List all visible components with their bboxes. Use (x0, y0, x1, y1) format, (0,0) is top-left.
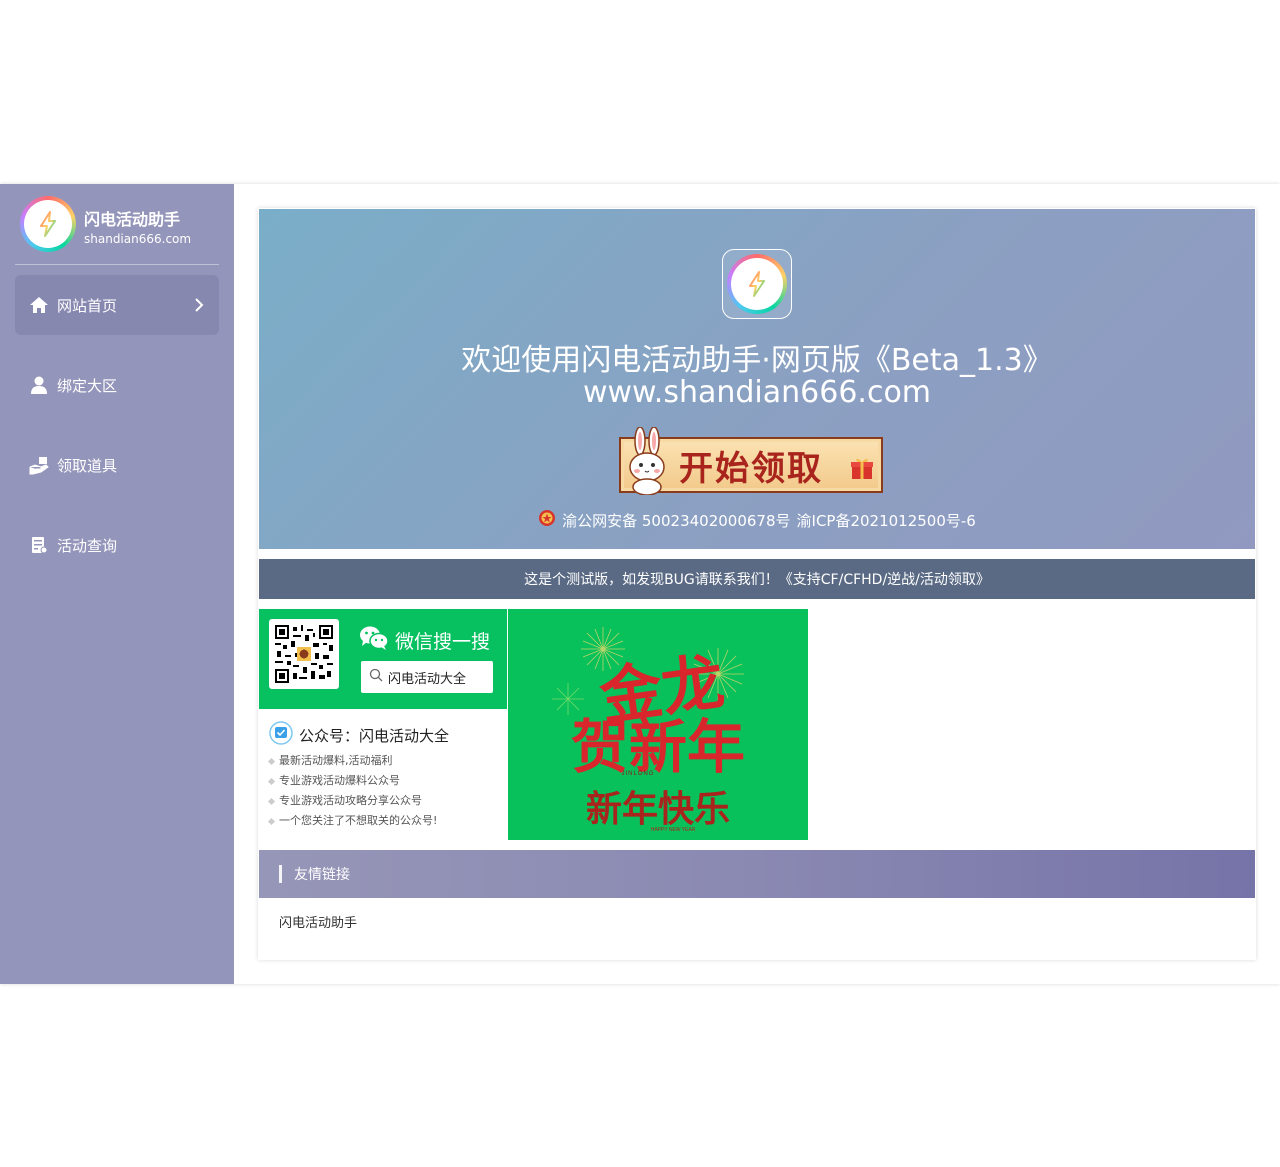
wechat-search-title-text: 微信搜一搜 (395, 631, 491, 653)
user-icon (29, 375, 49, 395)
wechat-search-title: 微信搜一搜 (359, 625, 490, 656)
brand[interactable]: 闪电活动助手 shandian666.com (20, 196, 220, 256)
wechat-search-value: 闪电活动大全 (388, 671, 467, 687)
list-item: 一个您关注了不想取关的公众号! (269, 811, 437, 831)
police-record-link[interactable]: 渝公网安备 50023402000678号 (562, 510, 790, 531)
sidebar-item-label: 领取道具 (57, 456, 118, 475)
wechat-account-label: 公众号：闪电活动大全 (299, 726, 450, 745)
list-item: 专业游戏活动爆料公众号 (269, 771, 437, 791)
hero-title: 欢迎使用闪电活动助手·网页版《Beta_1.3》 (461, 343, 1053, 378)
app-logo-icon (722, 249, 792, 319)
banner-pinyin: JINLONG (621, 771, 654, 777)
brand-name: 闪电活动助手 (84, 210, 181, 229)
sidebar: 闪电活动助手 shandian666.com 网站首页 绑定大区 领取道具 活动… (0, 184, 234, 984)
sidebar-item-label: 绑定大区 (57, 376, 118, 395)
sidebar-divider (15, 264, 219, 265)
notice-bar: 这是个测试版，如发现BUG请联系我们！《支持CF/CFHD/逆战/活动领取》 (259, 559, 1255, 599)
gift-icon (849, 455, 875, 481)
start-claim-button[interactable]: 开始领取 (617, 426, 885, 496)
icp-record-link[interactable]: 渝ICP备2021012500号-6 (797, 510, 976, 531)
chevron-right-icon (189, 295, 209, 315)
sidebar-item-label: 活动查询 (57, 536, 118, 555)
verified-badge-icon (269, 721, 293, 749)
brand-logo-icon (20, 196, 76, 252)
sidebar-item-home[interactable]: 网站首页 (15, 275, 219, 335)
banner-headline-bottom: 贺新年 (571, 715, 745, 780)
wechat-card-header: 微信搜一搜 闪电活动大全 (259, 609, 507, 709)
gift-hand-icon (29, 455, 49, 475)
hero-banner: 欢迎使用闪电活动助手·网页版《Beta_1.3》 www.shandian666… (259, 209, 1255, 549)
brand-domain: shandian666.com (84, 232, 192, 246)
hero-url[interactable]: www.shandian666.com (259, 375, 1255, 410)
sidebar-item-bind-region[interactable]: 绑定大区 (15, 355, 219, 415)
search-icon (369, 668, 383, 686)
record-info: 渝公网安备 50023402000678号 渝ICP备2021012500号-6 (259, 509, 1255, 531)
wechat-search-box[interactable]: 闪电活动大全 (361, 661, 493, 693)
sidebar-item-claim-items[interactable]: 领取道具 (15, 435, 219, 495)
section-bar (279, 865, 282, 883)
app-window: 闪电活动助手 shandian666.com 网站首页 绑定大区 领取道具 活动… (0, 184, 1280, 984)
qr-code-icon (269, 619, 339, 689)
sidebar-item-activity-query[interactable]: 活动查询 (15, 515, 219, 575)
document-icon (29, 535, 49, 555)
list-item: 最新活动爆料,活动福利 (269, 751, 437, 771)
friend-link[interactable]: 闪电活动助手 (279, 912, 357, 931)
friend-links-title: 友情链接 (294, 867, 350, 883)
police-badge-icon (538, 509, 556, 531)
banner-subline-en: HAPPY NEW YEAR (651, 827, 696, 833)
home-icon (29, 295, 49, 315)
start-claim-label: 开始领取 (679, 449, 823, 489)
main-content: 欢迎使用闪电活动助手·网页版《Beta_1.3》 www.shandian666… (258, 208, 1256, 960)
bunny-icon (623, 426, 673, 496)
new-year-banner[interactable]: 金龙 贺新年 JINLONG 新年快乐 HAPPY NEW YEAR (508, 609, 808, 840)
list-item: 专业游戏活动攻略分享公众号 (269, 791, 437, 811)
wechat-icon (359, 625, 389, 656)
sidebar-item-label: 网站首页 (57, 296, 118, 315)
wechat-card: 微信搜一搜 闪电活动大全 公众号：闪电活动大全 最新活动爆料,活动福利 专业游戏… (259, 609, 507, 849)
banner-subline: 新年快乐 (586, 789, 730, 829)
friend-links-header: 友情链接 (259, 850, 1255, 898)
wechat-account: 公众号：闪电活动大全 (269, 721, 449, 749)
wechat-features-list: 最新活动爆料,活动福利 专业游戏活动爆料公众号 专业游戏活动攻略分享公众号 一个… (269, 751, 437, 831)
